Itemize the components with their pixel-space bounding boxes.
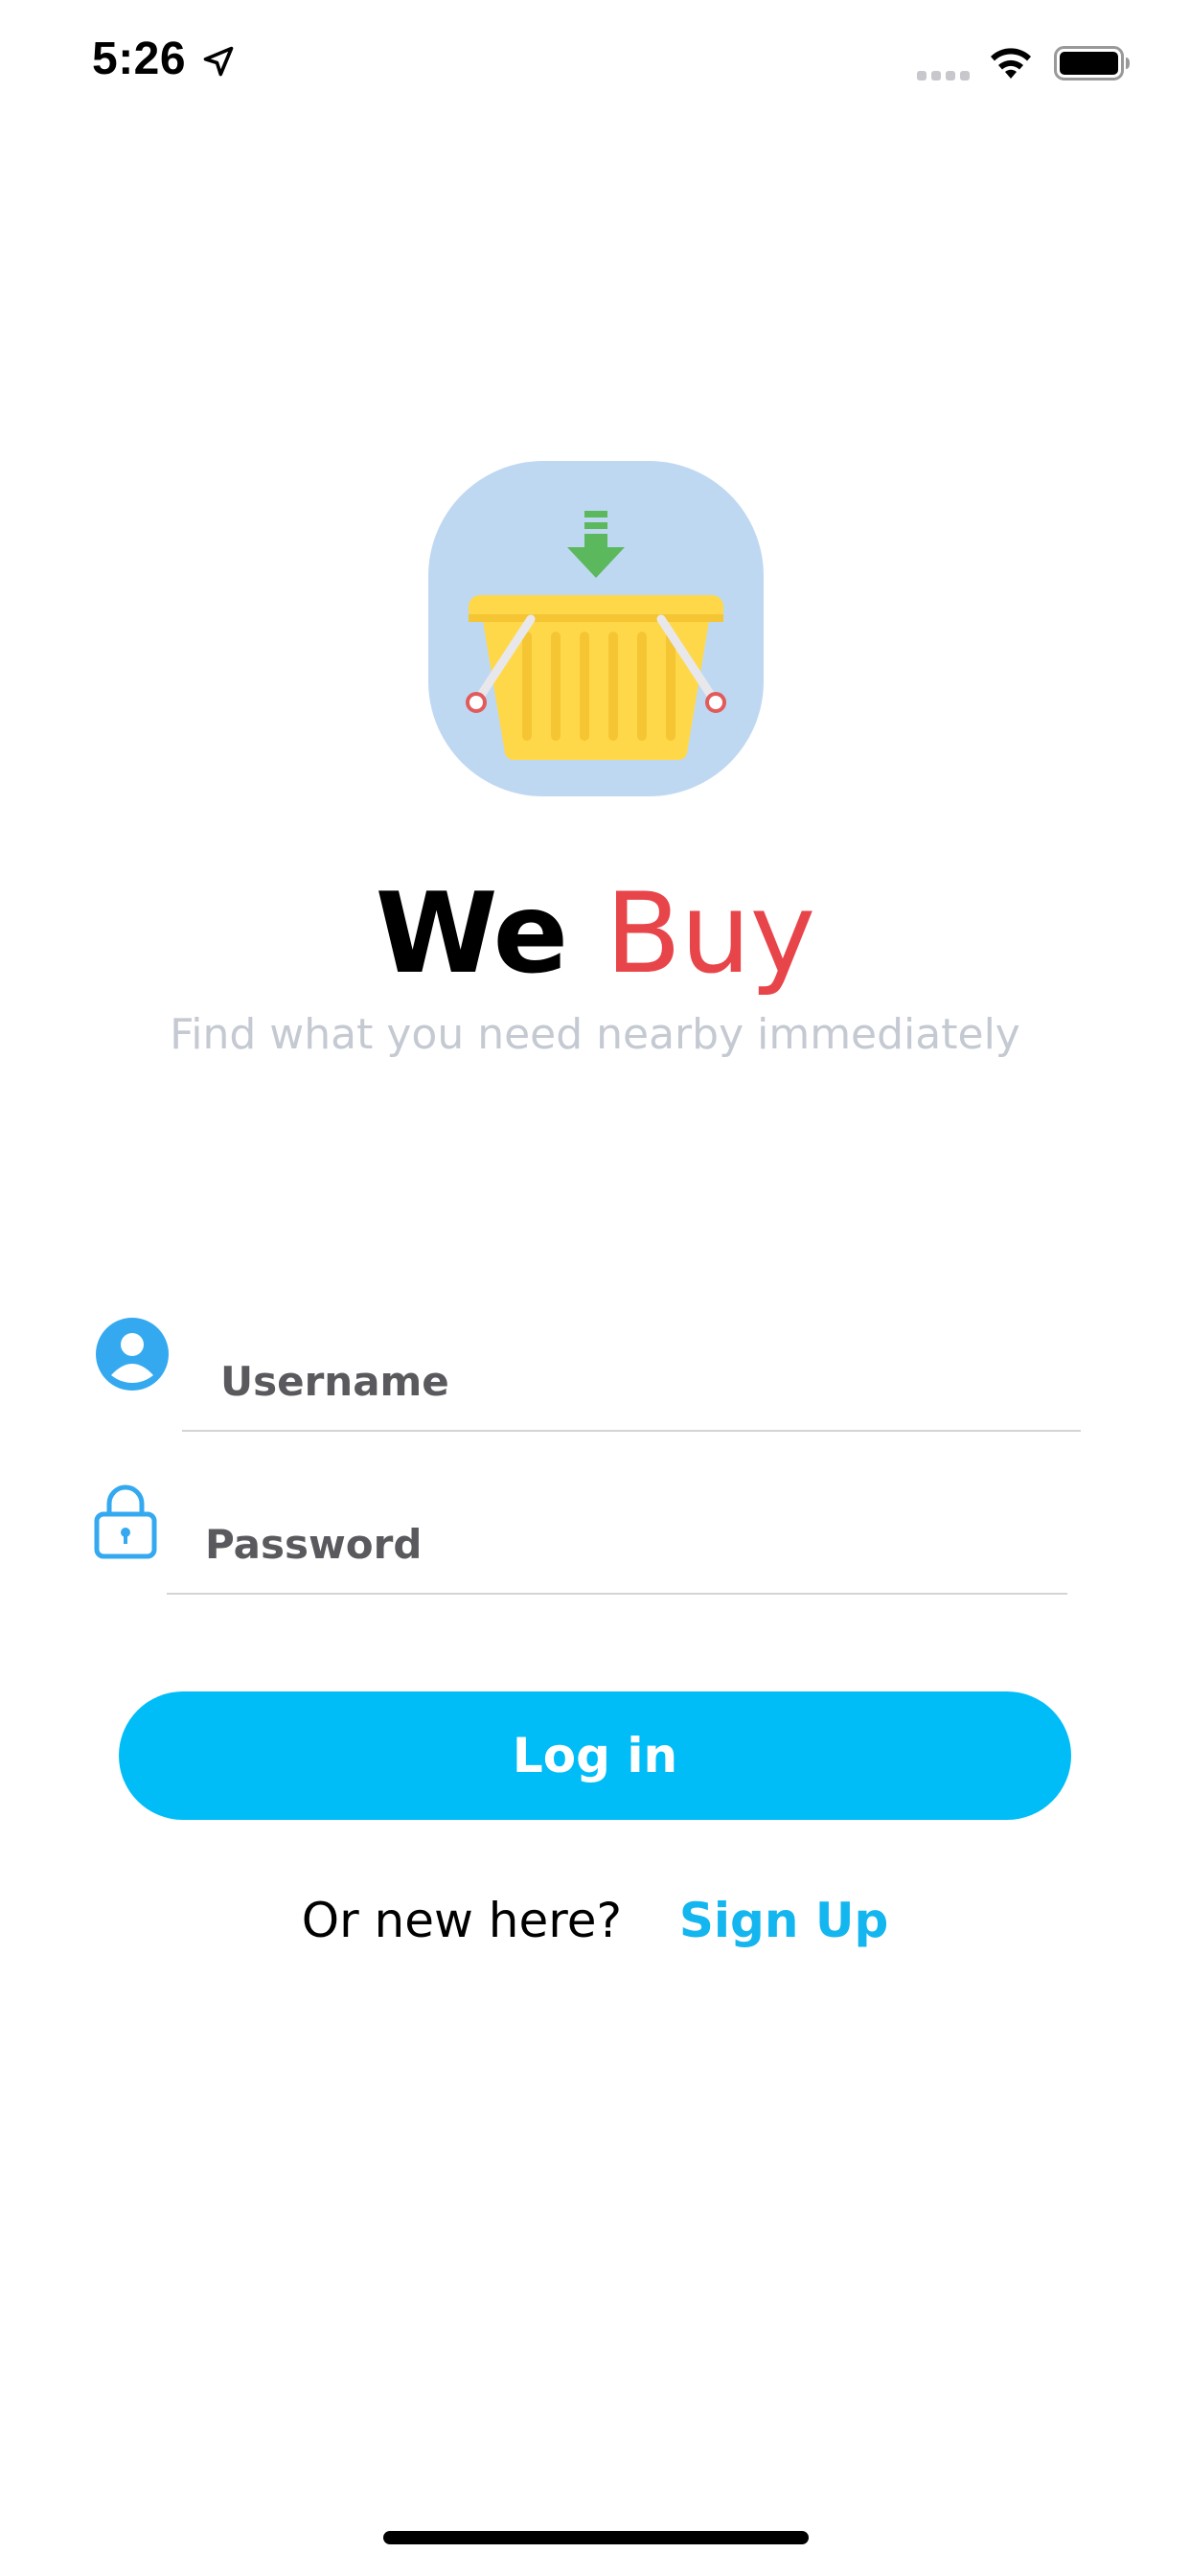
- wifi-icon: [991, 48, 1031, 79]
- tagline: Find what you need nearby immediately: [170, 1010, 1020, 1059]
- lock-icon: [94, 1484, 157, 1559]
- shopping-basket-download-icon: [428, 461, 764, 796]
- password-input[interactable]: [167, 1495, 1067, 1593]
- signup-row: Or new here? Sign Up: [0, 1893, 1190, 1948]
- login-button[interactable]: Log in: [119, 1691, 1071, 1820]
- signup-link[interactable]: Sign Up: [679, 1893, 888, 1948]
- password-field[interactable]: [167, 1495, 1067, 1595]
- username-input[interactable]: [182, 1332, 1081, 1430]
- app-title: We Buy: [0, 867, 1190, 1001]
- app-title-buy: Buy: [605, 869, 816, 999]
- app-title-we: We: [375, 869, 568, 999]
- cellular-signal-icon: [917, 71, 970, 80]
- status-time: 5:26: [92, 34, 187, 84]
- user-icon: [96, 1318, 169, 1391]
- location-arrow-icon: [203, 46, 234, 77]
- battery-icon: [1054, 46, 1130, 80]
- signup-prompt: Or new here?: [301, 1893, 622, 1948]
- status-bar: 5:26: [0, 0, 1190, 126]
- home-indicator[interactable]: [383, 2531, 809, 2544]
- username-field[interactable]: [182, 1332, 1081, 1432]
